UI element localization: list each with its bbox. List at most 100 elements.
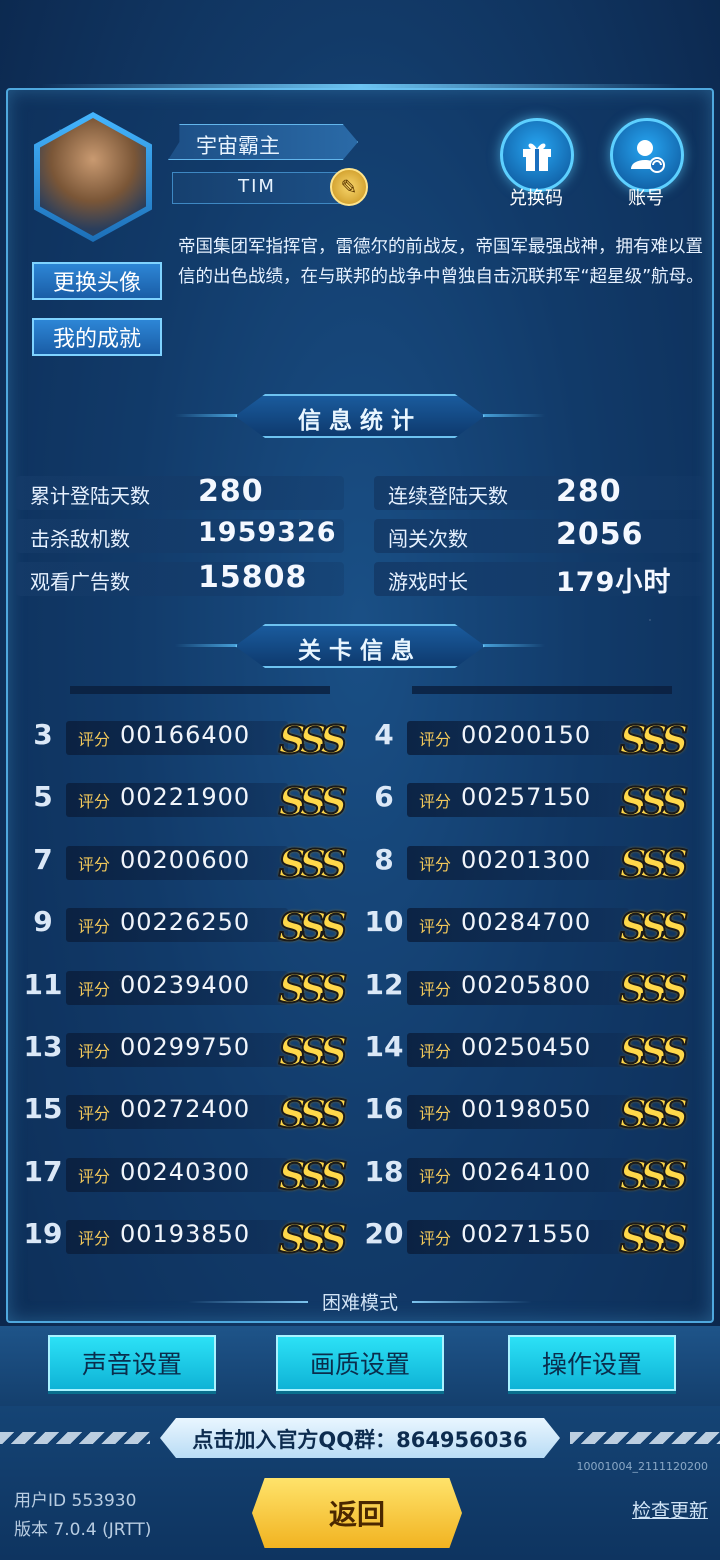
score-label: 评分	[78, 1104, 111, 1124]
level-score: 00240300	[120, 1157, 251, 1186]
level-number: 17	[23, 1154, 63, 1188]
level-score: 00166400	[120, 721, 251, 749]
stat-label-ads: 观看广告数	[30, 570, 130, 594]
back-button[interactable]: 返回	[252, 1478, 462, 1548]
score-label: 评分	[419, 979, 452, 999]
grade-badge: SSS	[619, 1028, 690, 1075]
score-label: 评分	[419, 792, 452, 812]
level-score: 00226250	[120, 908, 251, 937]
level-row[interactable]: 14 评分 00250450 SSS	[361, 1024, 691, 1075]
level-number: 19	[23, 1217, 63, 1251]
score-label: 评分	[419, 1104, 452, 1124]
grade-badge: SSS	[278, 903, 349, 950]
build-id: 10001004_2111120200	[576, 1460, 708, 1473]
level-score: 00272400	[120, 1095, 251, 1124]
stats-section-header: 信息统计	[175, 394, 545, 438]
level-number: 14	[364, 1030, 404, 1063]
graphics-settings-button[interactable]: 画质设置	[276, 1335, 444, 1391]
sound-settings-button[interactable]: 声音设置	[48, 1335, 216, 1391]
level-row[interactable]: 10 评分 00284700 SSS	[361, 899, 691, 950]
stat-value-ads: 15808	[198, 560, 308, 595]
levels-section-header: 关卡信息	[175, 624, 545, 668]
stat-value-attempts: 2056	[556, 517, 644, 552]
level-number: 3	[33, 718, 53, 751]
stat-value-playtime: 179小时	[556, 567, 672, 598]
grade-badge: SSS	[619, 965, 690, 1012]
level-score: 00193850	[120, 1220, 251, 1249]
grade-badge: SSS	[278, 840, 349, 887]
level-score: 00264100	[461, 1157, 592, 1186]
grade-badge: SSS	[619, 903, 690, 950]
level-number: 8	[374, 842, 394, 876]
hard-mode-tab[interactable]: 困难模式	[0, 1288, 720, 1315]
level-number: 12	[364, 967, 404, 1001]
check-update-link[interactable]: 检查更新	[632, 1496, 708, 1523]
score-label: 评分	[419, 730, 452, 749]
qq-group-link[interactable]: 点击加入官方QQ群：864956036	[160, 1424, 560, 1454]
stat-label-attempts: 闯关次数	[388, 527, 468, 551]
level-score: 00284700	[461, 908, 592, 937]
score-label: 评分	[78, 1042, 111, 1061]
level-number: 7	[33, 842, 53, 876]
level-row[interactable]: 3 评分 00166400 SSS	[20, 712, 350, 763]
level-row[interactable]: 6 评分 00257150 SSS	[361, 774, 691, 825]
pencil-icon: ✎	[340, 175, 358, 199]
level-number: 6	[374, 780, 394, 814]
footer-stripe	[570, 1432, 720, 1444]
level-row[interactable]: 12 评分 00205800 SSS	[361, 962, 691, 1012]
grade-badge: SSS	[619, 778, 690, 825]
level-row[interactable]: 17 评分 00240300 SSS	[20, 1149, 350, 1199]
level-row[interactable]: 19 评分 00193850 SSS	[20, 1211, 350, 1262]
level-row[interactable]: 16 评分 00198050 SSS	[361, 1086, 691, 1137]
grade-badge: SSS	[278, 716, 349, 763]
level-score: 00299750	[120, 1033, 251, 1061]
grade-badge: SSS	[619, 1090, 690, 1137]
redeem-code-button[interactable]	[500, 118, 574, 192]
controls-settings-button[interactable]: 操作设置	[508, 1335, 676, 1391]
grade-badge: SSS	[278, 965, 349, 1012]
grade-badge: SSS	[278, 778, 349, 825]
achievements-button[interactable]: 我的成就	[32, 318, 162, 356]
level-number: 13	[23, 1030, 63, 1063]
level-row[interactable]: 7 评分 00200600 SSS	[20, 837, 350, 887]
level-score: 00200150	[461, 721, 592, 749]
grade-badge: SSS	[278, 1028, 349, 1075]
stats-title: 信息统计	[298, 408, 422, 434]
level-score: 00198050	[461, 1095, 592, 1124]
level-row[interactable]: 4 评分 00200150 SSS	[361, 712, 691, 763]
grade-badge: SSS	[619, 1215, 690, 1262]
stat-label-kills: 击杀敌机数	[30, 527, 130, 551]
score-label: 评分	[419, 854, 452, 874]
redeem-code-label: 兑换码	[509, 188, 563, 209]
level-number: 18	[364, 1154, 404, 1188]
level-row[interactable]: 20 评分 00271550 SSS	[361, 1211, 691, 1262]
level-row[interactable]: 8 评分 00201300 SSS	[361, 837, 691, 887]
score-label: 评分	[419, 917, 452, 937]
level-score: 00271550	[461, 1220, 592, 1249]
score-label: 评分	[78, 917, 111, 937]
grade-badge: SSS	[278, 1152, 349, 1199]
level-row[interactable]: 9 评分 00226250 SSS	[20, 899, 350, 950]
stat-value-total-login: 280	[198, 474, 264, 509]
level-row[interactable]: 13 评分 00299750 SSS	[20, 1024, 350, 1075]
level-row[interactable]: 11 评分 00239400 SSS	[20, 962, 350, 1012]
score-label: 评分	[78, 792, 111, 812]
level-number: 10	[364, 905, 404, 939]
clipped-row	[70, 686, 330, 694]
stat-value-kills: 1959326	[198, 517, 337, 548]
avatar-portrait	[40, 118, 146, 236]
account-icon	[631, 140, 665, 173]
gift-icon	[523, 143, 551, 171]
level-row[interactable]: 18 评分 00264100 SSS	[361, 1149, 691, 1199]
change-avatar-button[interactable]: 更换头像	[32, 262, 162, 300]
account-label: 账号	[628, 188, 664, 209]
grade-badge: SSS	[619, 716, 690, 763]
level-row[interactable]: 5 评分 00221900 SSS	[20, 774, 350, 825]
version: 版本 7.0.4 (JRTT)	[14, 1520, 152, 1540]
clipped-row	[412, 686, 672, 694]
level-row[interactable]: 15 评分 00272400 SSS	[20, 1086, 350, 1137]
user-id: 用户ID 553930	[14, 1491, 137, 1511]
edit-name-button[interactable]: ✎	[330, 168, 368, 206]
account-button[interactable]	[610, 118, 684, 192]
stat-label-streak-login: 连续登陆天数	[388, 484, 508, 508]
